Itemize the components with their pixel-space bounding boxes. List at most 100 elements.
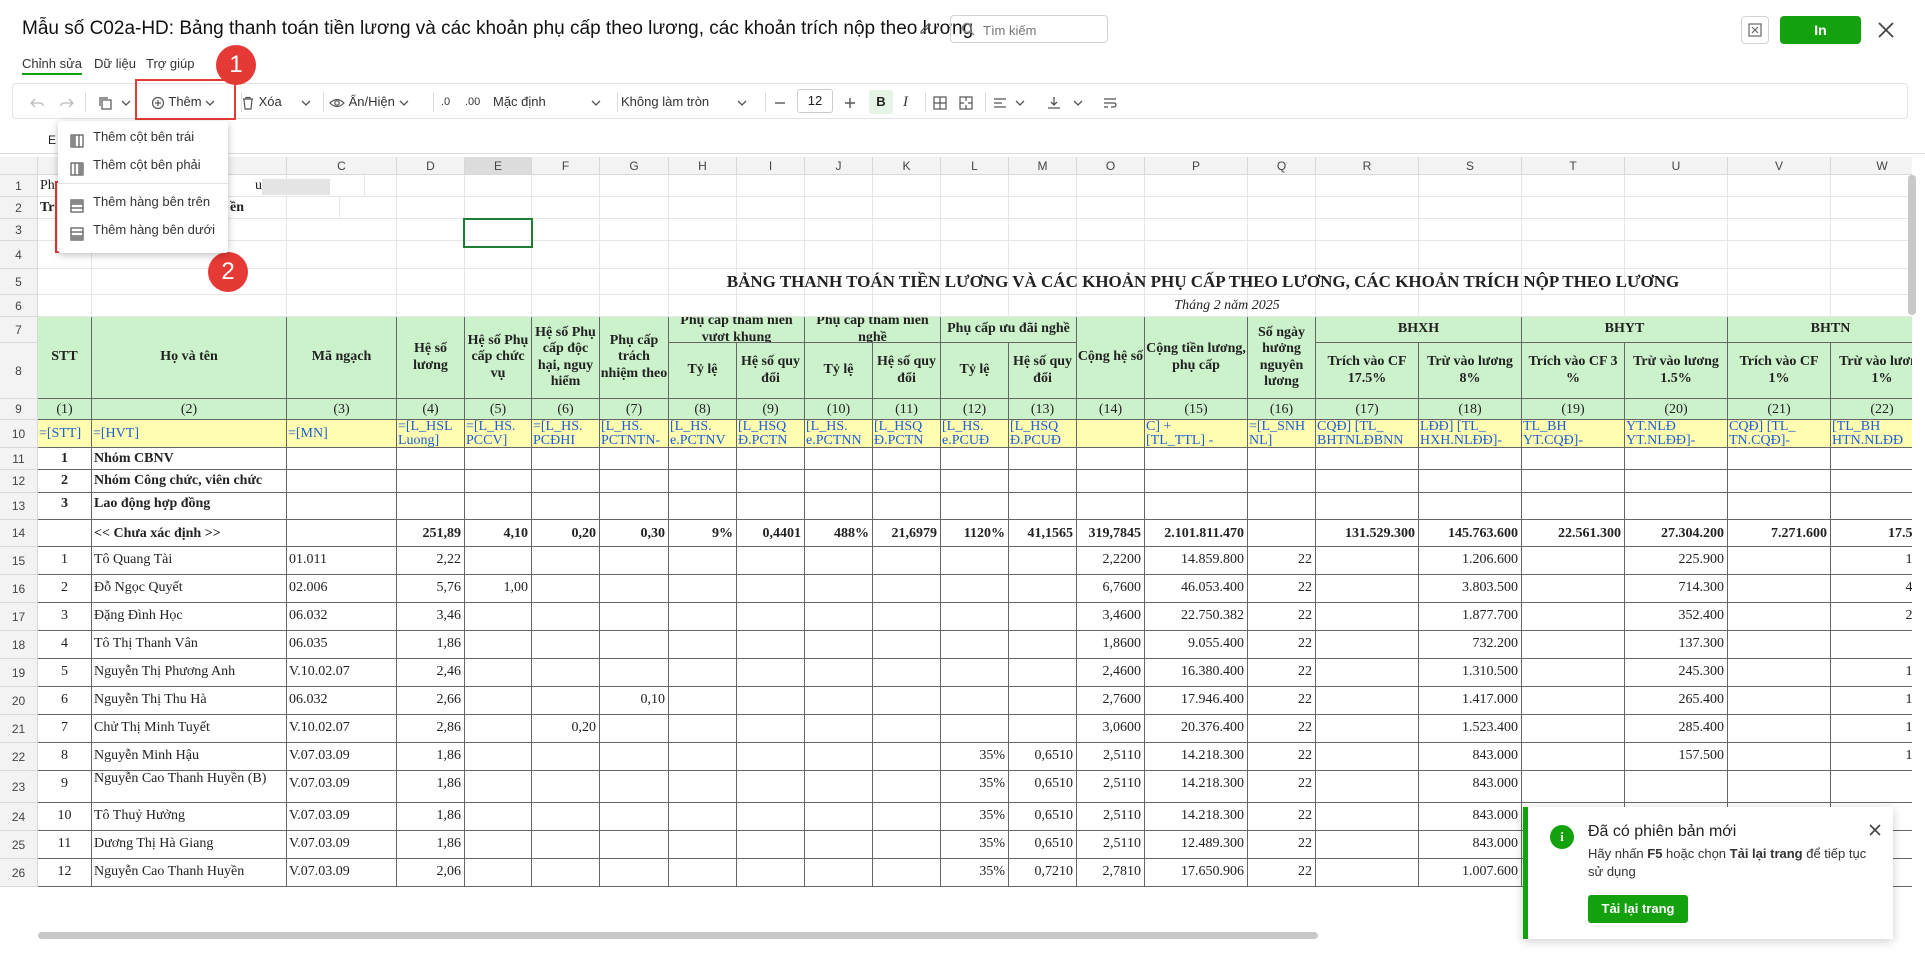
cell[interactable] [1009, 493, 1077, 520]
employee-value[interactable]: 14.218.300 [1145, 803, 1248, 831]
cell[interactable] [1831, 219, 1912, 241]
cell[interactable] [1522, 575, 1625, 603]
header-name[interactable]: Họ và tên [92, 317, 287, 399]
column-header[interactable]: I [737, 157, 805, 175]
employee-value[interactable] [941, 547, 1009, 575]
column-number[interactable]: (9) [737, 399, 805, 420]
cell[interactable] [532, 493, 600, 520]
cell[interactable] [873, 470, 941, 493]
employee-value[interactable]: 22 [1248, 715, 1316, 743]
employee-stt[interactable]: 11 [38, 831, 92, 859]
cell[interactable] [941, 197, 1009, 219]
employee-code[interactable]: 06.035 [287, 631, 397, 659]
cell[interactable] [1145, 448, 1248, 470]
employee-value[interactable] [465, 547, 532, 575]
employee-code[interactable]: 01.011 [287, 547, 397, 575]
cell[interactable] [1728, 687, 1831, 715]
cell[interactable] [465, 448, 532, 470]
row-header[interactable]: 3 [0, 219, 38, 241]
employee-code[interactable]: V.07.03.09 [287, 771, 397, 803]
cell[interactable] [1316, 175, 1419, 197]
cell[interactable] [873, 831, 941, 859]
employee-code[interactable]: V.07.03.09 [287, 743, 397, 771]
column-header[interactable]: D [397, 157, 465, 175]
employee-value[interactable]: 2,5110 [1077, 771, 1145, 803]
row-header[interactable]: 2 [0, 197, 38, 219]
copy-icon[interactable] [97, 92, 113, 112]
cell[interactable] [873, 603, 941, 631]
employee-value[interactable]: 22 [1248, 687, 1316, 715]
employee-value[interactable]: 1,86 [397, 803, 465, 831]
employee-value[interactable] [600, 603, 669, 631]
group-number[interactable]: 2 [38, 470, 92, 493]
cell[interactable] [669, 743, 737, 771]
total-value[interactable]: 4,10 [465, 520, 532, 547]
row-header[interactable]: 16 [0, 575, 38, 603]
row-header[interactable]: 7 [0, 317, 38, 343]
employee-name[interactable]: Tô Quang Tài [92, 547, 287, 575]
row-header[interactable]: 18 [0, 631, 38, 659]
number-format-dropdown[interactable]: Mặc định [493, 92, 601, 112]
header-preferential-group[interactable]: Phụ cấp ưu đãi nghề [941, 317, 1077, 343]
employee-value[interactable] [600, 715, 669, 743]
employee-value[interactable] [532, 803, 600, 831]
formula-cell[interactable]: =[STT] [38, 420, 92, 448]
header-bhyt-cf[interactable]: Trích vào CF 3 % [1522, 343, 1625, 399]
total-value[interactable]: 0,20 [532, 520, 600, 547]
employee-value[interactable]: 2,46 [397, 659, 465, 687]
cell[interactable] [38, 295, 92, 317]
employee-value[interactable]: 35% [941, 859, 1009, 887]
column-number[interactable]: (5) [465, 399, 532, 420]
employee-value[interactable]: 843.000 [1419, 771, 1522, 803]
total-value[interactable]: 488% [805, 520, 873, 547]
cell[interactable] [1728, 659, 1831, 687]
employee-value[interactable]: 22 [1248, 547, 1316, 575]
employee-value[interactable] [600, 859, 669, 887]
employee-value[interactable]: 163. [1831, 659, 1912, 687]
employee-value[interactable]: 235. [1831, 603, 1912, 631]
employee-code[interactable]: V.07.03.09 [287, 859, 397, 887]
employee-value[interactable]: 35% [941, 743, 1009, 771]
cell[interactable] [1316, 197, 1419, 219]
cell[interactable] [1728, 493, 1831, 520]
formula-cell[interactable]: [TL_BH HTN.NLĐĐ [1831, 420, 1912, 448]
column-number[interactable]: (8) [669, 399, 737, 420]
employee-value[interactable] [1009, 603, 1077, 631]
cell[interactable] [1316, 470, 1419, 493]
employee-value[interactable] [941, 659, 1009, 687]
insert-row-below[interactable]: Thêm hàng bên dưới [58, 216, 228, 244]
employee-value[interactable] [465, 715, 532, 743]
employee-stt[interactable]: 9 [38, 771, 92, 803]
cell[interactable] [737, 575, 805, 603]
cell[interactable] [1419, 295, 1522, 317]
employee-value[interactable]: 3,46 [397, 603, 465, 631]
column-header[interactable]: Q [1248, 157, 1316, 175]
employee-stt[interactable]: 10 [38, 803, 92, 831]
employee-value[interactable] [1009, 687, 1077, 715]
employee-value[interactable] [600, 631, 669, 659]
formula-cell[interactable]: C] + [TL_TTL] - [1145, 420, 1248, 448]
cell[interactable] [737, 197, 805, 219]
cell[interactable] [805, 219, 873, 241]
employee-code[interactable]: V.07.03.09 [287, 803, 397, 831]
redo-icon[interactable] [59, 92, 75, 112]
employee-stt[interactable]: 4 [38, 631, 92, 659]
cell[interactable] [1009, 241, 1077, 269]
total-value[interactable]: 17.522. [1831, 520, 1912, 547]
cell[interactable] [737, 448, 805, 470]
reload-button[interactable]: Tải lại trang [1588, 895, 1688, 923]
cell[interactable] [287, 470, 397, 493]
formula-cell[interactable]: =[L_HSL Luong] [397, 420, 465, 448]
employee-value[interactable]: 14.218.300 [1145, 771, 1248, 803]
employee-value[interactable] [532, 631, 600, 659]
employee-value[interactable]: 190. [1831, 715, 1912, 743]
employee-value[interactable]: 714.300 [1625, 575, 1728, 603]
cell[interactable] [737, 295, 805, 317]
employee-stt[interactable]: 12 [38, 859, 92, 887]
cell[interactable] [1419, 197, 1522, 219]
cell[interactable] [1831, 493, 1912, 520]
cell[interactable] [941, 493, 1009, 520]
cell[interactable] [1077, 219, 1145, 241]
valign-bottom-icon[interactable] [1047, 92, 1061, 112]
column-header[interactable]: T [1522, 157, 1625, 175]
